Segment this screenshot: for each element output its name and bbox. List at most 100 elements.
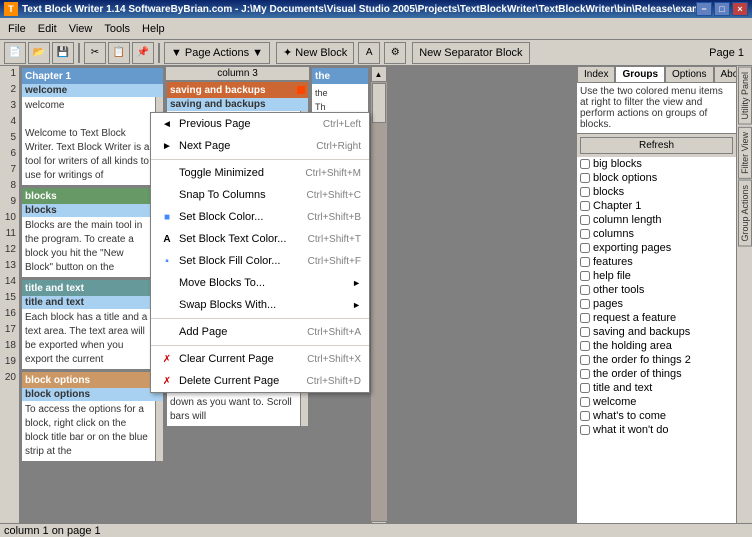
new-separator-label: New Separator Block (419, 47, 522, 59)
page-actions-label: Page Actions (185, 47, 249, 59)
block-col3-title[interactable]: the (312, 68, 368, 84)
menu-clear-page[interactable]: ✗ Clear Current Page Ctrl+Shift+X (151, 348, 369, 370)
block-options-title[interactable]: block options (22, 372, 163, 388)
group-order-of-things-checkbox[interactable] (580, 369, 590, 379)
page-actions-arrow: ▼ (252, 47, 263, 59)
scroll-thumb[interactable] (372, 83, 386, 123)
menu-file[interactable]: File (2, 21, 32, 37)
group-holding-area-checkbox[interactable] (580, 341, 590, 351)
block-saving-title[interactable]: saving and backups (167, 82, 308, 98)
block-chapter1-text[interactable]: welcomeWelcome to Text Block Writer. Tex… (22, 97, 155, 185)
group-order-fo-things-2-checkbox[interactable] (580, 355, 590, 365)
group-blocks: blocks (577, 185, 736, 199)
block-options-scrollbar[interactable] (155, 401, 163, 461)
group-order-fo-things-2: the order fo things 2 (577, 353, 736, 367)
font-button[interactable]: A (358, 42, 380, 64)
group-whats-to-come-checkbox[interactable] (580, 411, 590, 421)
line-18: 18 (0, 340, 19, 356)
line-20: 20 (0, 372, 19, 388)
group-features-checkbox[interactable] (580, 257, 590, 267)
menu-next-page[interactable]: ► Next Page Ctrl+Right (151, 135, 369, 157)
block-chapter1-inner: welcomeWelcome to Text Block Writer. Tex… (22, 97, 163, 185)
group-other-tools-checkbox[interactable] (580, 285, 590, 295)
group-wont-do: what it won't do (577, 423, 736, 437)
statusbar-text: column 1 on page 1 (4, 525, 101, 537)
menu-toggle-minimized[interactable]: Toggle Minimized Ctrl+Shift+M (151, 162, 369, 184)
group-exporting-pages-checkbox[interactable] (580, 243, 590, 253)
block-title-text-title[interactable]: title and text (22, 280, 163, 296)
maximize-button[interactable]: □ (714, 2, 730, 16)
menu-move-blocks[interactable]: Move Blocks To... ► (151, 272, 369, 294)
menu-previous-page[interactable]: ◄ Previous Page Ctrl+Left (151, 113, 369, 135)
group-request-feature: request a feature (577, 311, 736, 325)
block-blocks-text[interactable]: Blocks are the main tool in the program.… (22, 217, 155, 277)
menu-swap-blocks[interactable]: Swap Blocks With... ► (151, 294, 369, 316)
group-welcome-checkbox[interactable] (580, 397, 590, 407)
group-pages-checkbox[interactable] (580, 299, 590, 309)
menu-add-page[interactable]: Add Page Ctrl+Shift+A (151, 321, 369, 343)
group-saving-backups-checkbox[interactable] (580, 327, 590, 337)
titlebar: T Text Block Writer 1.14 SoftwareByBrian… (0, 0, 752, 18)
group-title-and-text: title and text (577, 381, 736, 395)
group-title-and-text-checkbox[interactable] (580, 383, 590, 393)
menu-edit[interactable]: Edit (32, 21, 63, 37)
block-options-text[interactable]: To access the options for a block, right… (22, 401, 155, 461)
copy-button[interactable]: 📋 (108, 42, 130, 64)
group-chapter1-checkbox[interactable] (580, 201, 590, 211)
page-actions-dropdown: ◄ Previous Page Ctrl+Left ► Next Page Ct… (150, 112, 370, 393)
page-actions-button[interactable]: ▼ Page Actions ▼ (164, 42, 270, 64)
menu-view[interactable]: View (63, 21, 99, 37)
group-request-feature-checkbox[interactable] (580, 313, 590, 323)
menu-help[interactable]: Help (136, 21, 171, 37)
line-numbers: 1 2 3 4 5 6 7 8 9 10 11 12 13 14 15 16 1… (0, 66, 20, 537)
minimize-button[interactable]: − (696, 2, 712, 16)
group-wont-do-checkbox[interactable] (580, 425, 590, 435)
save-button[interactable]: 💾 (52, 42, 74, 64)
menu-snap-columns[interactable]: Snap To Columns Ctrl+Shift+C (151, 184, 369, 206)
tab-groups[interactable]: Groups (615, 66, 665, 82)
content-scrollbar[interactable]: ▲ ▼ (370, 66, 386, 537)
group-column-length-checkbox[interactable] (580, 215, 590, 225)
new-separator-button[interactable]: New Separator Block (412, 42, 529, 64)
menu-delete-page[interactable]: ✗ Delete Current Page Ctrl+Shift+D (151, 370, 369, 392)
cut-button[interactable]: ✂ (84, 42, 106, 64)
titlebar-controls: − □ × (696, 2, 748, 16)
new-button[interactable]: 📄 (4, 42, 26, 64)
toolbar-sep2 (158, 43, 160, 63)
close-button[interactable]: × (732, 2, 748, 16)
group-actions-label[interactable]: Group Actions (738, 180, 752, 247)
paste-button[interactable]: 📌 (132, 42, 154, 64)
line-5: 5 (0, 132, 19, 148)
group-help-file-checkbox[interactable] (580, 271, 590, 281)
open-button[interactable]: 📂 (28, 42, 50, 64)
menu-set-block-color[interactable]: ■ Set Block Color... Ctrl+Shift+B (151, 206, 369, 228)
line-3: 3 (0, 100, 19, 116)
dropdown-sep2 (151, 318, 369, 319)
group-blocks-checkbox[interactable] (580, 187, 590, 197)
group-big-blocks-checkbox[interactable] (580, 159, 590, 169)
refresh-button[interactable]: Refresh (580, 137, 733, 154)
new-block-label: ✦ New Block (283, 46, 347, 59)
scroll-up-arrow[interactable]: ▲ (371, 66, 387, 82)
filter-view-label[interactable]: Filter View (738, 127, 752, 179)
block-chapter1-title[interactable]: Chapter 1 (22, 68, 163, 84)
block-title-text-text[interactable]: Each block has a title and a text area. … (22, 309, 155, 369)
tab-options[interactable]: Options (665, 66, 713, 82)
move-blocks-icon (159, 275, 175, 291)
tab-index[interactable]: Index (577, 66, 615, 82)
groups-list: big blocks block options blocks Chapter … (577, 157, 736, 537)
options-button[interactable]: ⚙ (384, 42, 406, 64)
menu-set-block-text-color[interactable]: A Set Block Text Color... Ctrl+Shift+T (151, 228, 369, 250)
block-fill-color-icon: ▪ (159, 253, 175, 269)
app-icon: T (4, 2, 18, 16)
menu-set-block-fill-color[interactable]: ▪ Set Block Fill Color... Ctrl+Shift+F (151, 250, 369, 272)
window-title: Text Block Writer 1.14 SoftwareByBrian.c… (22, 4, 696, 15)
menu-tools[interactable]: Tools (98, 21, 136, 37)
block-title-text-label: title and text (22, 296, 163, 309)
new-block-button[interactable]: ✦ New Block (276, 42, 354, 64)
utility-label[interactable]: Utility Panel (738, 67, 752, 125)
group-block-options-checkbox[interactable] (580, 173, 590, 183)
group-columns-checkbox[interactable] (580, 229, 590, 239)
block-title-text: title and text title and text Each block… (21, 279, 164, 370)
block-blocks-title[interactable]: blocks (22, 188, 163, 204)
